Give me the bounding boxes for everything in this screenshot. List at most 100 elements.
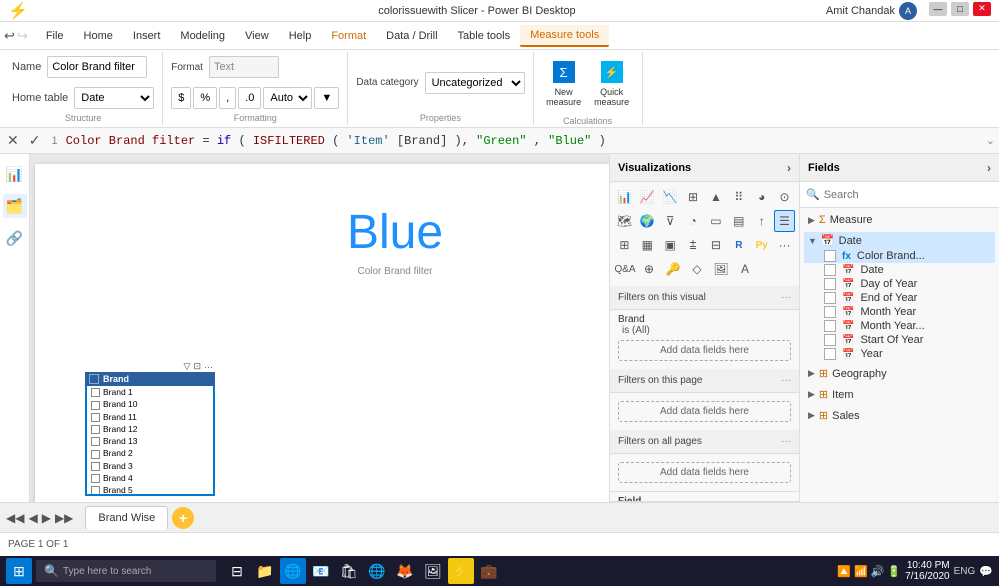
slicer-item[interactable]: Brand 2 [87,447,213,459]
viz-filled-map[interactable]: 🌍 [637,210,658,232]
viz-img[interactable]: 🖼 [710,258,732,280]
viz-more[interactable]: ··· [774,234,795,256]
slicer-item[interactable]: Brand 10 [87,398,213,410]
maximize-button[interactable]: □ [951,2,969,16]
minimize-button[interactable]: — [929,2,947,16]
nav-model-icon[interactable]: 🔗 [3,226,27,250]
slicer-item[interactable]: Brand 12 [87,423,213,435]
nav-data-icon[interactable]: 🗂️ [3,194,27,218]
field-item-dayofyear[interactable]: 📅 Day of Year [804,277,995,291]
tray-battery-icon[interactable]: 🔋 [887,565,901,578]
slicer-item[interactable]: Brand 1 [87,386,213,398]
slicer-item[interactable]: Brand 11 [87,411,213,423]
page-nav-right[interactable]: ▶▶ [55,511,73,525]
formula-expand-button[interactable]: ⌄ [986,134,995,147]
field-item-monthyear[interactable]: 📅 Month Year [804,305,995,319]
filter-allpages-dots[interactable]: ··· [781,436,791,447]
redo-button[interactable]: ↪ [17,28,28,44]
viz-waterfall[interactable]: ⩲ [683,234,704,256]
menu-modeling[interactable]: Modeling [170,26,235,46]
field-item-colorbrand[interactable]: fx Color Brand... [804,249,995,263]
currency-button[interactable]: $ [171,87,191,109]
fields-expand[interactable]: › [987,161,991,175]
viz-pie[interactable]: ◕ [751,186,772,208]
filter-brand-item[interactable]: Brand [618,314,791,325]
fields-search-bar[interactable]: 🔍 [800,182,999,208]
field-item-date[interactable]: 📅 Date [804,263,995,277]
field-group-item-header[interactable]: ▶ ⊞ Item [804,386,995,403]
viz-scatter[interactable]: ⠿ [728,186,749,208]
user-avatar[interactable]: A [899,2,917,20]
undo-button[interactable]: ↩ [4,28,15,44]
page-nav-next[interactable]: ▶ [42,511,51,525]
nav-reports-icon[interactable]: 📊 [3,162,27,186]
viz-key-inf[interactable]: 🔑 [662,258,684,280]
window-controls[interactable]: Amit Chandak A — □ ✕ [826,2,991,20]
tray-action-center[interactable]: 💬 [979,565,993,578]
field-item-endofyear[interactable]: 📅 End of Year [804,291,995,305]
new-measure-button[interactable]: Σ Newmeasure [542,54,586,114]
tray-wifi-icon[interactable]: 📶 [854,565,868,578]
taskbar-search[interactable]: 🔍 Type here to search [36,560,216,582]
field-item-year[interactable]: 📅 Year [804,347,995,361]
field-item-monthyear2[interactable]: 📅 Month Year... [804,319,995,333]
viz-ribbon[interactable]: ⊟ [706,234,727,256]
slicer-item[interactable]: Brand 3 [87,460,213,472]
viz-multi-card[interactable]: ▤ [728,210,749,232]
viz-bar-chart[interactable]: 📊 [614,186,635,208]
filter-page-dots[interactable]: ··· [781,375,791,386]
formula-text[interactable]: Color Brand filter = if ( ISFILTERED ( '… [66,134,982,148]
filter-add-page-button[interactable]: Add data fields here [618,401,791,422]
slicer-item[interactable]: Brand 13 [87,435,213,447]
formula-cancel-button[interactable]: ✕ [4,132,22,149]
filter-add-allpages-button[interactable]: Add data fields here [618,462,791,483]
undo-redo-group[interactable]: ↩ ↪ [4,28,28,44]
add-tab-button[interactable]: + [172,507,194,529]
fields-search-input[interactable] [824,189,993,201]
viz-kpi[interactable]: ↑ [751,210,772,232]
menu-insert[interactable]: Insert [123,26,171,46]
viz-line-chart[interactable]: 📉 [660,186,681,208]
menu-view[interactable]: View [235,26,279,46]
menu-format[interactable]: Format [321,26,376,46]
hometable-select[interactable]: Date [74,87,154,109]
slicer-more-icon[interactable]: ··· [204,362,213,372]
viz-text[interactable]: A [734,258,756,280]
menu-measure-tools[interactable]: Measure tools [520,25,609,47]
field-group-date-header[interactable]: ▼ 📅 Date [804,232,995,249]
field-group-geography-header[interactable]: ▶ ⊞ Geography [804,365,995,382]
menu-table-tools[interactable]: Table tools [448,26,521,46]
menu-data-drill[interactable]: Data / Drill [376,26,447,46]
viz-area-chart[interactable]: ▲ [706,186,727,208]
slicer-expand-icon[interactable]: ⊡ [193,361,201,372]
menu-file[interactable]: File [36,26,74,46]
name-input[interactable] [47,56,147,78]
slicer-filter-icon[interactable]: ▽ [184,361,191,372]
field-item-startofyear[interactable]: 📅 Start Of Year [804,333,995,347]
auto-select[interactable]: Auto [263,87,312,109]
page-nav-prev[interactable]: ◀ [28,511,37,525]
viz-matrix[interactable]: ▦ [637,234,658,256]
slicer-header-check[interactable] [89,374,99,384]
page-nav[interactable]: ◀◀ ◀ ▶ ▶▶ [6,511,73,525]
tray-time-date[interactable]: 10:40 PM 7/16/2020 [905,560,950,582]
viz-donut[interactable]: ⊙ [774,186,795,208]
quick-measure-button[interactable]: ⚡ Quickmeasure [590,54,634,114]
tray-lang[interactable]: ENG [954,566,976,577]
field-group-sales-header[interactable]: ▶ ⊞ Sales [804,407,995,424]
viz-funnel[interactable]: ⊽ [660,210,681,232]
viz-panel-expand[interactable]: › [787,161,791,175]
viz-treemap[interactable]: ▣ [660,234,681,256]
viz-shape[interactable]: ◇ [686,258,708,280]
viz-card[interactable]: ▭ [706,210,727,232]
decrease-decimal-button[interactable]: .0 [238,87,261,109]
slicer-container[interactable]: ▽ ⊡ ··· Brand Brand 1 Brand 10 Brand 11 … [85,359,215,494]
viz-combo-chart[interactable]: ⊞ [683,186,704,208]
page-tab-brandwise[interactable]: Brand Wise [85,506,168,530]
viz-r-script[interactable]: R [728,234,749,256]
tray-network-icon[interactable]: 🔼 [837,565,851,578]
menu-help[interactable]: Help [279,26,322,46]
tray-volume-icon[interactable]: 🔊 [871,565,885,578]
viz-qna[interactable]: Q&A [614,258,636,280]
percent-button[interactable]: % [193,87,217,109]
